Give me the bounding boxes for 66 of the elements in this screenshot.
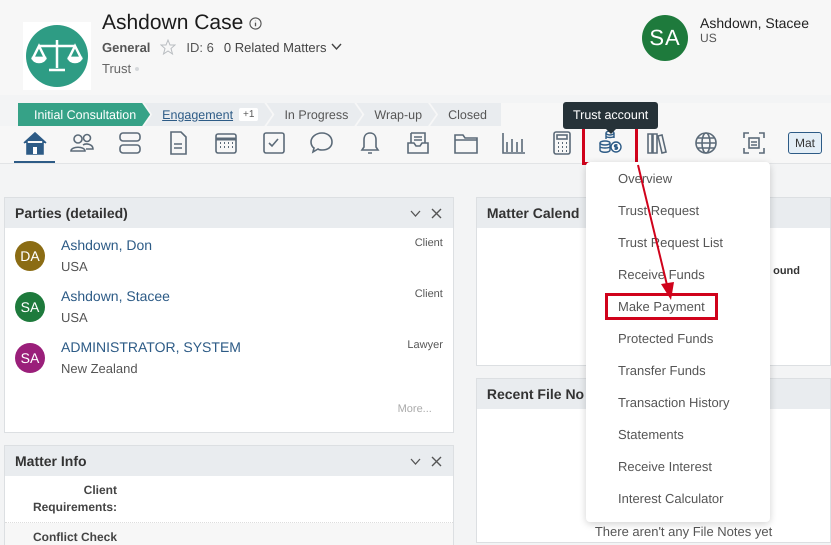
- globe-icon: [693, 130, 719, 156]
- coins-icon: [597, 129, 623, 155]
- party-country: USA: [61, 310, 89, 325]
- panel-title: Matter Calend: [486, 205, 580, 221]
- matter-id: ID: 6: [186, 40, 214, 54]
- menu-item[interactable]: Trust Request: [618, 203, 700, 218]
- stage-step[interactable]: In Progress: [266, 103, 362, 126]
- party-country: USA: [61, 259, 89, 274]
- menu-item[interactable]: Statements: [618, 427, 684, 442]
- stage-link[interactable]: Engagement: [162, 108, 234, 122]
- calendar-icon: [213, 130, 239, 156]
- empty-message: ound: [773, 265, 800, 277]
- related-matters-link[interactable]: 0 Related Matters: [224, 40, 326, 54]
- home-icon: [22, 130, 48, 156]
- stage-step[interactable]: Closed: [430, 103, 502, 126]
- status-dot: [135, 66, 140, 70]
- star-icon[interactable]: [160, 39, 176, 55]
- scan-frame-icon: [741, 130, 767, 156]
- matter-title: Ashdown Case: [102, 11, 244, 35]
- menu-item[interactable]: Make Payment: [608, 296, 715, 317]
- party-name[interactable]: Ashdown, Stacee: [61, 288, 415, 304]
- close-icon[interactable]: [430, 454, 443, 468]
- menu-item[interactable]: Protected Funds: [618, 331, 714, 346]
- field-label: Client Requirements:: [32, 482, 117, 516]
- checkbox-icon: [261, 130, 287, 156]
- stage-label: Wrap-up: [374, 108, 422, 122]
- panel-title: Recent File No: [486, 386, 584, 402]
- party-role: Client: [414, 288, 443, 302]
- menu-item[interactable]: Interest Calculator: [618, 491, 724, 506]
- stage-label: In Progress: [284, 108, 348, 122]
- stage-step[interactable]: Engagement +1: [144, 103, 272, 126]
- matter-button[interactable]: Mat: [788, 132, 822, 154]
- client-avatar: SA: [642, 15, 688, 61]
- matter-type: General: [102, 40, 150, 54]
- stage-label: Closed: [448, 108, 488, 122]
- client-name[interactable]: Ashdown, Stacee: [700, 15, 809, 31]
- party-avatar: SA: [15, 292, 45, 322]
- party-name[interactable]: Ashdown, Don: [61, 237, 415, 253]
- party-avatar: DA: [15, 241, 45, 271]
- party-role: Client: [414, 237, 443, 251]
- party-name[interactable]: ADMINISTRATOR, SYSTEM: [61, 339, 408, 355]
- chat-icon: [309, 130, 335, 156]
- inbox-icon: [405, 130, 431, 156]
- panel-title: Matter Info: [15, 453, 87, 469]
- field-label: Conflict Check: [32, 529, 117, 545]
- panel-title: Parties (detailed): [15, 205, 128, 221]
- menu-item[interactable]: Receive Interest: [618, 459, 712, 474]
- client-country: US: [700, 31, 718, 45]
- chevron-down-icon[interactable]: [330, 43, 342, 51]
- bar-chart-icon: [501, 130, 527, 156]
- menu-item[interactable]: Transaction History: [618, 395, 730, 410]
- stage-label: Initial Consultation: [34, 108, 136, 122]
- stage-step[interactable]: Wrap-up: [356, 103, 436, 126]
- party-country: New Zealand: [61, 361, 139, 376]
- count-badge: +1: [239, 108, 258, 121]
- info-icon[interactable]: [249, 16, 262, 30]
- cards-icon: [117, 130, 143, 156]
- tooltip: Trust account: [563, 102, 658, 134]
- scales-logo: [25, 24, 89, 88]
- close-icon[interactable]: [430, 206, 443, 220]
- menu-item[interactable]: Transfer Funds: [618, 363, 706, 378]
- party-avatar: SA: [15, 343, 45, 373]
- party-role: Lawyer: [407, 339, 443, 353]
- nav-tab[interactable]: [14, 130, 55, 163]
- empty-message: There aren't any File Notes yet: [594, 524, 772, 539]
- account-label: Trust: [102, 61, 132, 76]
